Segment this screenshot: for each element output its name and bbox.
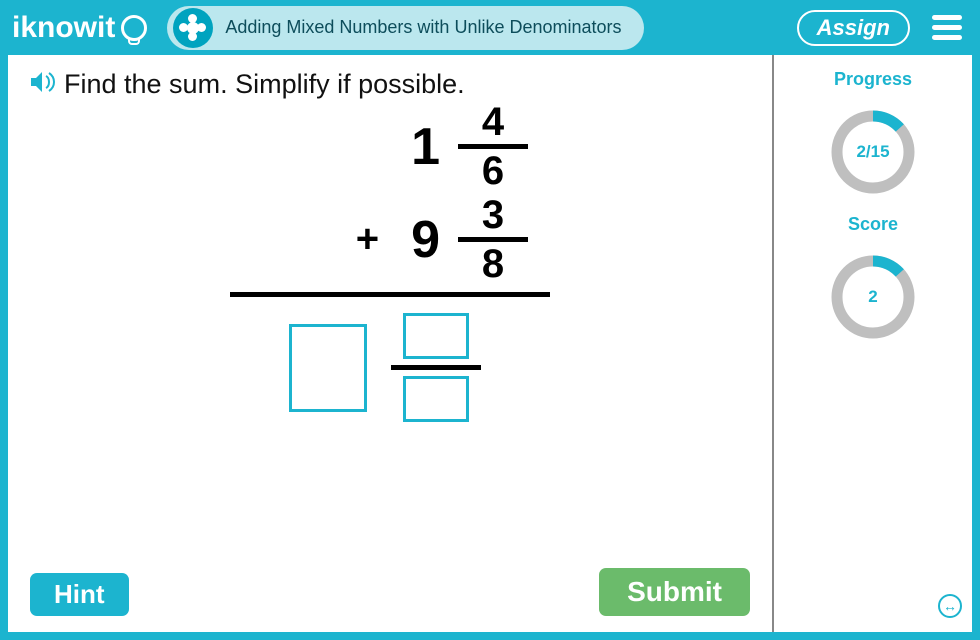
term2-numerator: 3 — [474, 193, 512, 237]
progress-label: Progress — [834, 69, 912, 90]
term1-denominator: 6 — [474, 149, 512, 193]
term1-whole: 1 — [411, 117, 440, 177]
topic-icon — [173, 8, 213, 48]
assign-button[interactable]: Assign — [797, 10, 910, 46]
score-ring: 2 — [829, 253, 917, 341]
menu-icon[interactable] — [932, 10, 962, 45]
topic-pill: Adding Mixed Numbers with Unlike Denomin… — [167, 6, 643, 50]
question-prompt: Find the sum. Simplify if possible. — [64, 69, 465, 100]
answer-denominator-input[interactable] — [403, 376, 469, 422]
logo[interactable]: iknowit — [12, 11, 147, 45]
term1-numerator: 4 — [474, 100, 512, 144]
content-frame: Find the sum. Simplify if possible. 1 4 … — [0, 55, 980, 640]
topic-title: Adding Mixed Numbers with Unlike Denomin… — [225, 17, 621, 38]
progress-text: 2/15 — [829, 108, 917, 196]
main-panel: Find the sum. Simplify if possible. 1 4 … — [8, 55, 772, 632]
speaker-icon[interactable] — [30, 71, 56, 98]
sum-line — [230, 292, 550, 297]
term-2: + 9 3 8 — [230, 193, 550, 286]
logo-text: iknowit — [12, 11, 115, 45]
lightbulb-icon — [121, 15, 147, 41]
hint-button[interactable]: Hint — [30, 573, 129, 616]
answer-row — [230, 313, 550, 422]
submit-button[interactable]: Submit — [599, 568, 750, 616]
expand-icon[interactable]: ↔ — [938, 594, 962, 618]
term2-denominator: 8 — [474, 242, 512, 286]
operator: + — [356, 217, 379, 262]
score-text: 2 — [829, 253, 917, 341]
term-1: 1 4 6 — [230, 100, 550, 193]
header-bar: iknowit Adding Mixed Numbers with Unlike… — [0, 0, 980, 55]
side-panel: Progress 2/15 Score 2 ↔ — [772, 55, 972, 632]
answer-numerator-input[interactable] — [403, 313, 469, 359]
math-area: 1 4 6 + 9 3 8 — [30, 100, 750, 568]
term2-whole: 9 — [411, 210, 440, 270]
answer-whole-input[interactable] — [289, 324, 367, 412]
progress-ring: 2/15 — [829, 108, 917, 196]
score-label: Score — [848, 214, 898, 235]
